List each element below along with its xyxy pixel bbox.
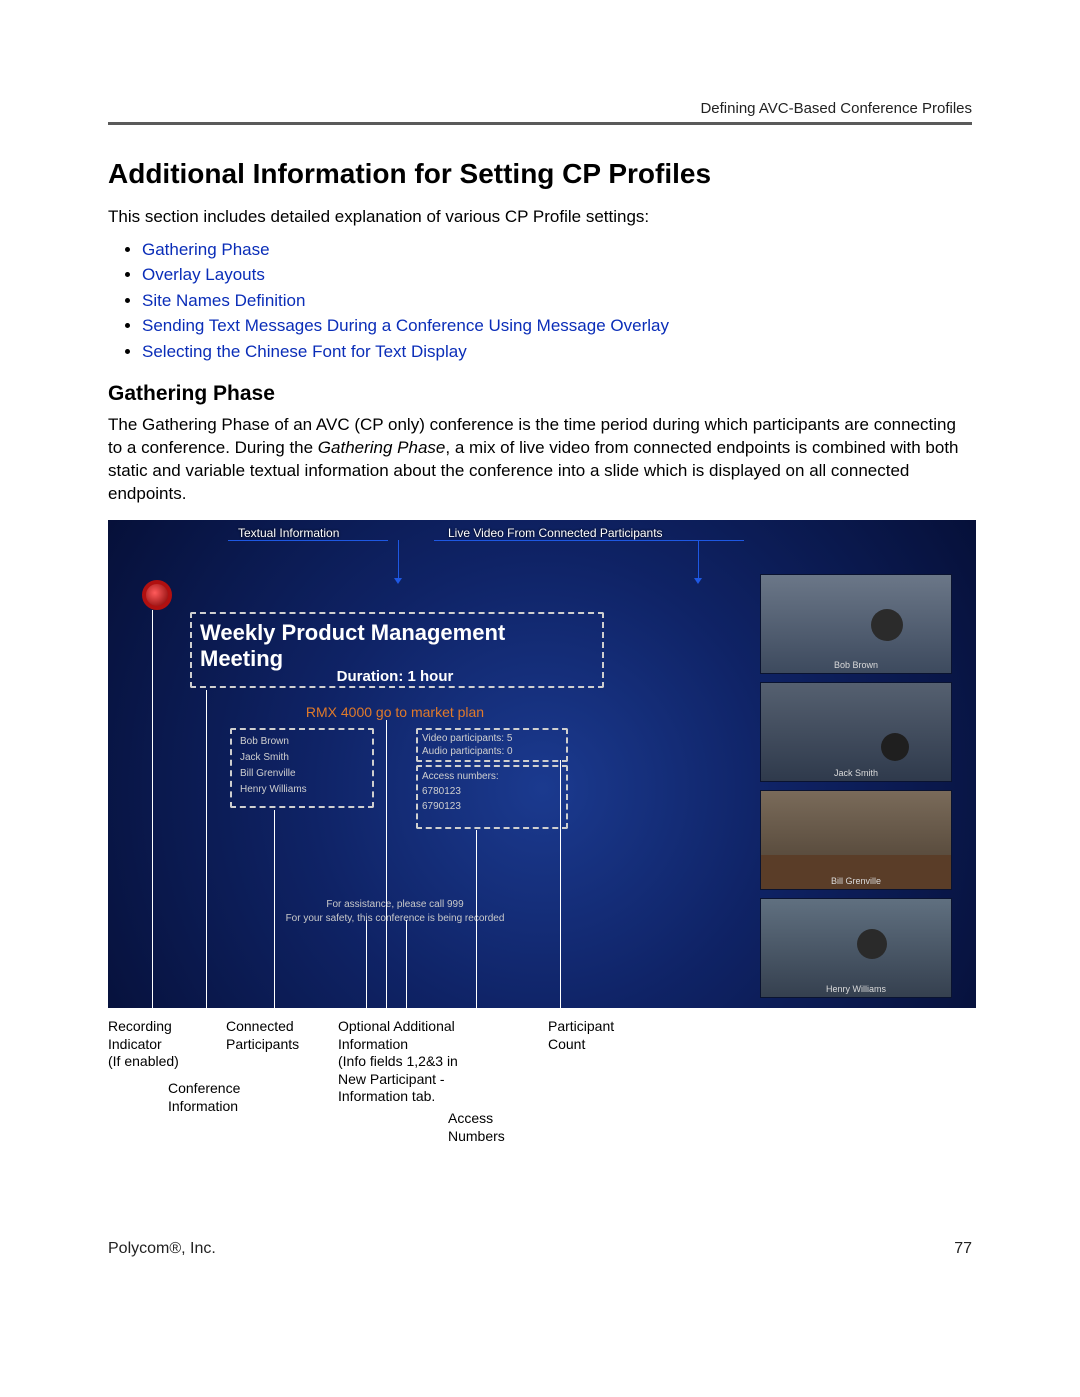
top-label-textual: Textual Information xyxy=(238,526,339,540)
access-numbers: Access numbers: 6780123 6790123 xyxy=(422,769,499,814)
page-title: Additional Information for Setting CP Pr… xyxy=(108,158,972,190)
arrow-line xyxy=(398,540,399,578)
audio-count: Audio participants: 0 xyxy=(422,745,513,758)
link-item[interactable]: Selecting the Chinese Font for Text Disp… xyxy=(142,339,972,365)
callout-recording: Recording Indicator (If enabled) xyxy=(108,1018,179,1071)
video-caption: Henry Williams xyxy=(762,984,950,994)
callout-connected: Connected Participants xyxy=(226,1018,299,1053)
participant-name: Bill Grenville xyxy=(240,766,307,782)
callout-line xyxy=(406,920,407,1008)
assist-line: For your safety, this conference is bein… xyxy=(190,912,600,926)
callout-conference-info: Conference Information xyxy=(168,1080,240,1115)
callout-line xyxy=(386,720,387,1008)
video-panel xyxy=(760,574,952,674)
participant-counts: Video participants: 5 Audio participants… xyxy=(422,732,513,758)
participants-list: Bob Brown Jack Smith Bill Grenville Henr… xyxy=(240,734,307,798)
footer: Polycom®, Inc. 77 xyxy=(108,1240,972,1258)
participant-name: Jack Smith xyxy=(240,750,307,766)
participant-name: Henry Williams xyxy=(240,782,307,798)
header-rule xyxy=(108,122,972,125)
link-list: Gathering Phase Overlay Layouts Site Nam… xyxy=(108,237,972,365)
callout-line xyxy=(366,920,367,1008)
assist-text: For assistance, please call 999 For your… xyxy=(190,898,600,926)
access-number: 6780123 xyxy=(422,784,499,799)
link-item[interactable]: Overlay Layouts xyxy=(142,262,972,288)
header-section: Defining AVC-Based Conference Profiles xyxy=(700,100,972,117)
slide-background: Textual Information Live Video From Conn… xyxy=(108,520,976,1008)
footer-company: Polycom®, Inc. xyxy=(108,1240,216,1258)
link-item[interactable]: Sending Text Messages During a Conferenc… xyxy=(142,313,972,339)
top-underline xyxy=(228,540,388,541)
content: Additional Information for Setting CP Pr… xyxy=(108,148,972,1140)
video-panel xyxy=(760,682,952,782)
body-paragraph: The Gathering Phase of an AVC (CP only) … xyxy=(108,414,972,506)
arrow-down-icon xyxy=(394,578,402,584)
recording-indicator-icon xyxy=(142,580,172,610)
top-label-live-video: Live Video From Connected Participants xyxy=(448,526,663,540)
participant-name: Bob Brown xyxy=(240,734,307,750)
video-count: Video participants: 5 xyxy=(422,732,513,745)
callout-participant-count: Participant Count xyxy=(548,1018,614,1053)
access-label: Access numbers: xyxy=(422,769,499,784)
callout-access-numbers: Access Numbers xyxy=(448,1110,505,1145)
arrow-line xyxy=(698,540,699,578)
video-caption: Bob Brown xyxy=(762,660,950,670)
link-item[interactable]: Gathering Phase xyxy=(142,237,972,263)
gathering-phase-figure: Textual Information Live Video From Conn… xyxy=(108,520,976,1140)
video-caption: Bill Grenville xyxy=(762,876,950,886)
callout-optional: Optional Additional Information (Info fi… xyxy=(338,1018,458,1106)
callout-line xyxy=(206,690,207,1008)
arrow-down-icon xyxy=(694,578,702,584)
section-heading: Gathering Phase xyxy=(108,382,972,406)
conference-title: Weekly Product Management Meeting xyxy=(200,620,590,672)
access-number: 6790123 xyxy=(422,799,499,814)
para-em: Gathering Phase xyxy=(318,438,446,457)
footer-page-number: 77 xyxy=(954,1240,972,1258)
intro-text: This section includes detailed explanati… xyxy=(108,206,972,229)
assist-line: For assistance, please call 999 xyxy=(190,898,600,912)
video-panel xyxy=(760,898,952,998)
callout-line xyxy=(560,760,561,1008)
duration-text: Duration: 1 hour xyxy=(190,668,600,685)
callout-line xyxy=(152,610,153,1008)
subtitle-text: RMX 4000 go to market plan xyxy=(190,704,600,720)
callout-line xyxy=(274,810,275,1008)
callout-line xyxy=(476,830,477,1008)
video-panel xyxy=(760,790,952,890)
link-item[interactable]: Site Names Definition xyxy=(142,288,972,314)
video-caption: Jack Smith xyxy=(762,768,950,778)
